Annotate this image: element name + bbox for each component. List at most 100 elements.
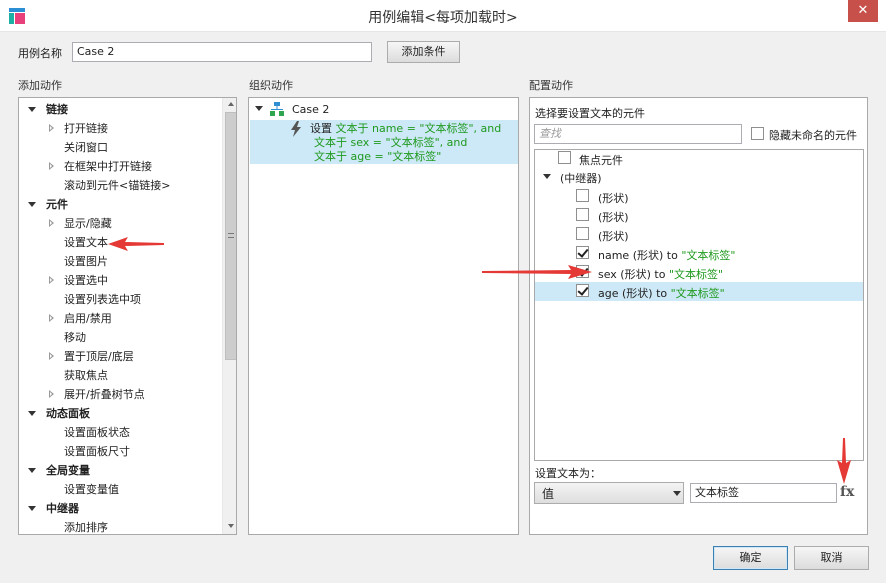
action-item[interactable]: 设置列表选中项	[19, 290, 222, 309]
expand-down-icon[interactable]	[28, 506, 36, 511]
action-label: 中继器	[46, 502, 79, 515]
configure-actions-title: 配置动作	[529, 79, 573, 92]
action-tree: 链接打开链接关闭窗口在框架中打开链接滚动到元件<锚链接> 元件显示/隐藏设置文本设…	[19, 98, 223, 534]
action-item[interactable]: 启用/禁用	[19, 309, 222, 328]
age-checkbox[interactable]	[576, 284, 589, 297]
action-description: 设置 文本于 name = "文本标签", and 文本于 sex = "文本标…	[310, 122, 501, 164]
action-item[interactable]: 添加排序	[19, 518, 222, 534]
add-condition-button[interactable]: 添加条件	[387, 41, 460, 63]
expand-right-icon[interactable]	[49, 219, 54, 227]
action-prefix: 设置	[310, 122, 332, 135]
expand-right-icon[interactable]	[49, 390, 54, 398]
focus-widget-label: 焦点元件	[579, 154, 623, 167]
case-label[interactable]: Case 2	[292, 103, 329, 116]
sex-assignment: sex (形状) to "文本标签"	[598, 268, 724, 281]
selected-action-row[interactable]: 设置 文本于 name = "文本标签", and 文本于 sex = "文本标…	[250, 120, 518, 164]
action-label: 元件	[46, 198, 68, 211]
action-item[interactable]: 获取焦点	[19, 366, 222, 385]
action-label: 置于顶层/底层	[64, 350, 134, 363]
action-label: 展开/折叠树节点	[64, 388, 145, 401]
value-type-select[interactable]: 值	[534, 482, 684, 504]
action-label: 移动	[64, 331, 86, 344]
action-label: 动态面板	[46, 407, 90, 420]
action-item[interactable]: 设置面板尺寸	[19, 442, 222, 461]
action-label: 链接	[46, 103, 68, 116]
action-category[interactable]: 动态面板	[19, 404, 222, 423]
shape-3-checkbox[interactable]	[576, 227, 589, 240]
action-label: 设置列表选中项	[64, 293, 141, 306]
action-label: 关闭窗口	[64, 141, 108, 154]
scrollbar-thumb[interactable]	[225, 112, 236, 360]
scroll-down-icon[interactable]	[228, 524, 234, 528]
expand-right-icon[interactable]	[49, 352, 54, 360]
select-widget-label: 选择要设置文本的元件	[535, 107, 645, 120]
action-category[interactable]: 链接	[19, 100, 222, 119]
expand-down-icon[interactable]	[28, 411, 36, 416]
action-item[interactable]: 设置图片	[19, 252, 222, 271]
case-tree-icon	[270, 102, 284, 116]
action-label: 在框架中打开链接	[64, 160, 152, 173]
shape-2-checkbox[interactable]	[576, 208, 589, 221]
action-item[interactable]: 关闭窗口	[19, 138, 222, 157]
action-line-2: 文本于 sex = "文本标签", and	[314, 136, 468, 149]
action-item[interactable]: 在框架中打开链接	[19, 157, 222, 176]
action-label: 显示/隐藏	[64, 217, 112, 230]
action-item[interactable]: 显示/隐藏	[19, 214, 222, 233]
set-text-label: 设置文本为：	[535, 467, 601, 480]
action-label: 设置图片	[64, 255, 108, 268]
close-button[interactable]: ✕	[848, 0, 878, 22]
hide-unnamed-checkbox[interactable]	[751, 127, 764, 140]
expand-right-icon[interactable]	[49, 276, 54, 284]
case-name-input[interactable]: Case 2	[72, 42, 372, 62]
annotation-arrow-left-icon	[108, 237, 164, 251]
action-item[interactable]: 设置变量值	[19, 480, 222, 499]
expand-down-icon[interactable]	[28, 107, 36, 112]
shape-3-label: (形状)	[598, 230, 629, 243]
expand-right-icon[interactable]	[49, 124, 54, 132]
expand-down-icon[interactable]	[28, 202, 36, 207]
action-label: 设置选中	[64, 274, 108, 287]
window-title: 用例编辑<每项加载时>	[368, 10, 518, 26]
name-checkbox[interactable]	[576, 246, 589, 259]
expand-down-icon[interactable]	[28, 468, 36, 473]
action-category[interactable]: 全局变量	[19, 461, 222, 480]
grip-icon	[228, 233, 234, 238]
title-bar: 用例编辑<每项加载时> ✕	[0, 0, 886, 32]
action-item[interactable]: 展开/折叠树节点	[19, 385, 222, 404]
action-label: 设置文本	[64, 236, 108, 249]
action-label: 设置面板状态	[64, 426, 130, 439]
value-type-text: 值	[542, 487, 555, 501]
action-category[interactable]: 中继器	[19, 499, 222, 518]
action-item[interactable]: 置于顶层/底层	[19, 347, 222, 366]
action-item[interactable]: 滚动到元件<锚链接>	[19, 176, 222, 195]
add-actions-title: 添加动作	[18, 79, 62, 92]
chevron-down-icon	[673, 491, 681, 496]
action-category[interactable]: 元件	[19, 195, 222, 214]
scroll-up-icon[interactable]	[228, 102, 234, 106]
annotation-arrow-down-icon	[837, 438, 851, 484]
organize-actions-title: 组织动作	[249, 79, 293, 92]
cancel-button[interactable]: 取消	[794, 546, 869, 570]
fx-button[interactable]: fx	[840, 484, 854, 500]
shape-2-label: (形状)	[598, 211, 629, 224]
widget-search-input[interactable]: 查找	[534, 124, 742, 144]
action-item[interactable]: 打开链接	[19, 119, 222, 138]
age-assignment: age (形状) to "文本标签"	[598, 287, 725, 300]
action-item[interactable]: 设置面板状态	[19, 423, 222, 442]
lightning-icon	[291, 121, 301, 137]
name-assignment: name (形状) to "文本标签"	[598, 249, 736, 262]
action-line-3: 文本于 age = "文本标签"	[314, 150, 442, 163]
widget-tree: 焦点元件 (中继器) (形状) (形状) (形状) name (形状) to "…	[534, 149, 864, 461]
expand-right-icon[interactable]	[49, 314, 54, 322]
focus-widget-checkbox[interactable]	[558, 151, 571, 164]
add-actions-panel: 链接打开链接关闭窗口在框架中打开链接滚动到元件<锚链接> 元件显示/隐藏设置文本设…	[18, 97, 237, 535]
expand-right-icon[interactable]	[49, 162, 54, 170]
shape-1-checkbox[interactable]	[576, 189, 589, 202]
action-item[interactable]: 移动	[19, 328, 222, 347]
ok-button[interactable]: 确定	[713, 546, 788, 570]
add-actions-scrollbar[interactable]	[222, 98, 236, 534]
text-value-input[interactable]: 文本标签	[690, 483, 837, 503]
action-label: 启用/禁用	[64, 312, 112, 325]
action-item[interactable]: 设置选中	[19, 271, 222, 290]
action-label: 滚动到元件<锚链接>	[64, 179, 171, 192]
